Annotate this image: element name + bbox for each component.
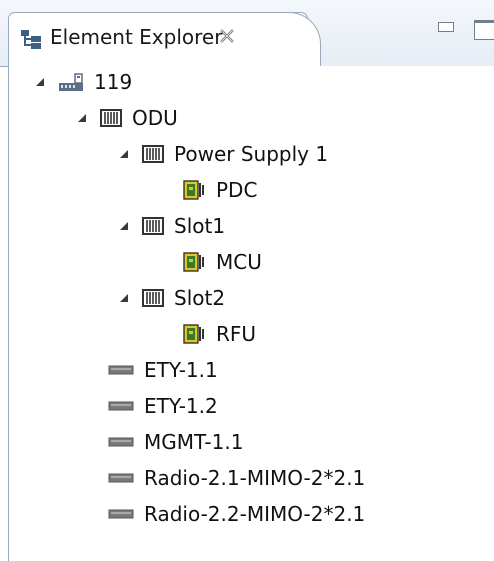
- expanded-arrow-icon[interactable]: [120, 294, 128, 302]
- port-icon: [108, 401, 134, 411]
- rack-icon: [100, 109, 122, 127]
- tree-item-label: RFU: [216, 322, 257, 346]
- tree-item-label: ETY-1.1: [144, 358, 218, 382]
- tree-item-port[interactable]: Radio-2.1-MIMO-2*2.1: [108, 460, 365, 496]
- rack-icon: [142, 145, 164, 163]
- card-module-icon: [183, 324, 204, 344]
- expanded-arrow-icon[interactable]: [120, 222, 128, 230]
- tree-item-rfu[interactable]: RFU: [182, 316, 256, 352]
- tree-item-slot2[interactable]: Slot2: [120, 280, 225, 316]
- tree-item-label: Radio-2.2-MIMO-2*2.1: [144, 502, 366, 526]
- tree-item-power-supply[interactable]: Power Supply 1: [120, 136, 328, 172]
- tree-item-mcu[interactable]: MCU: [182, 244, 262, 280]
- port-icon: [108, 509, 134, 519]
- tree-item-pdc[interactable]: PDC: [182, 172, 257, 208]
- tree-item-label: Slot2: [174, 286, 226, 310]
- tree-item-label: MGMT-1.1: [144, 430, 244, 454]
- network-element-icon: [59, 73, 83, 91]
- expanded-arrow-icon[interactable]: [120, 150, 128, 158]
- expanded-arrow-icon[interactable]: [36, 78, 44, 86]
- hierarchy-icon: [21, 30, 41, 49]
- tree-item-label: PDC: [216, 178, 258, 202]
- tree-item-root[interactable]: 119: [36, 64, 132, 100]
- port-icon: [108, 437, 134, 447]
- card-module-icon: [183, 252, 204, 272]
- tree-item-slot1[interactable]: Slot1: [120, 208, 225, 244]
- rack-icon: [142, 289, 164, 307]
- card-module-icon: [183, 180, 204, 200]
- tree-item-odu[interactable]: ODU: [78, 100, 178, 136]
- port-icon: [108, 473, 134, 483]
- tab-curve: [250, 12, 321, 67]
- minimize-button[interactable]: [438, 22, 454, 32]
- tree-item-port[interactable]: ETY-1.2: [108, 388, 218, 424]
- expanded-arrow-icon[interactable]: [78, 114, 86, 122]
- tree-item-label: ODU: [132, 106, 178, 130]
- close-icon[interactable]: [216, 25, 238, 47]
- view-title: Element Explorer: [50, 25, 223, 49]
- tree-item-port[interactable]: Radio-2.2-MIMO-2*2.1: [108, 496, 365, 532]
- port-icon: [108, 365, 134, 375]
- tree-item-label: MCU: [216, 250, 262, 274]
- rack-icon: [142, 217, 164, 235]
- tree-item-port[interactable]: MGMT-1.1: [108, 424, 243, 460]
- tree-item-label: Power Supply 1: [174, 142, 329, 166]
- tree-item-label: 119: [94, 70, 133, 94]
- maximize-button[interactable]: [474, 20, 494, 40]
- tree-item-label: Slot1: [174, 214, 226, 238]
- tree-item-label: ETY-1.2: [144, 394, 218, 418]
- tree-item-port[interactable]: ETY-1.1: [108, 352, 218, 388]
- tree-item-label: Radio-2.1-MIMO-2*2.1: [144, 466, 366, 490]
